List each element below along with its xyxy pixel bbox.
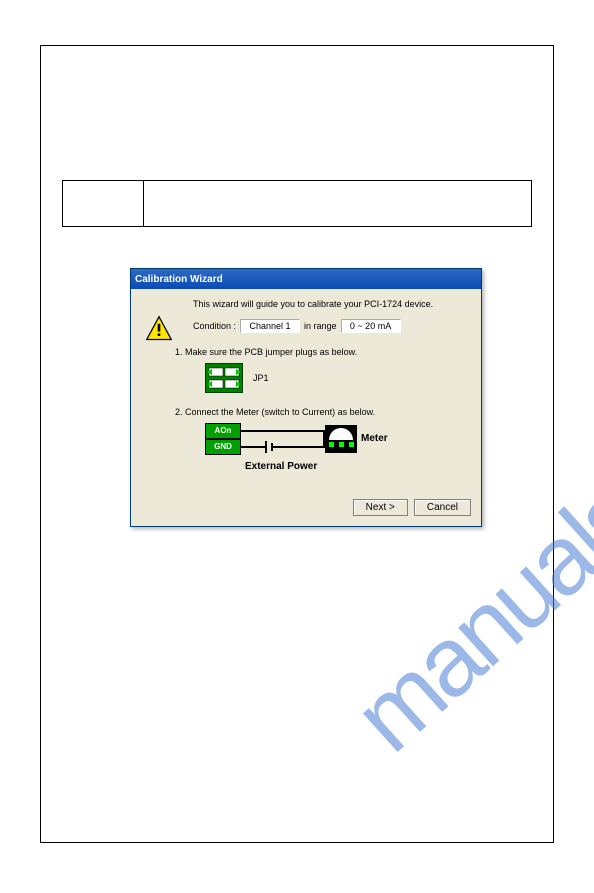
jumper-diagram (205, 363, 243, 393)
battery-plate (265, 441, 267, 453)
terminal-stack: AOn GND (205, 423, 241, 455)
dialog-title: Calibration Wizard (135, 274, 223, 285)
calibration-wizard-dialog: Calibration Wizard This wizard will guid… (130, 268, 482, 527)
wire (241, 430, 325, 432)
external-power-label: External Power (245, 461, 317, 472)
next-button[interactable]: Next > (353, 499, 408, 516)
meter-diagram: AOn GND Meter External Power (205, 423, 405, 479)
intro-text: This wizard will guide you to calibrate … (193, 299, 467, 309)
dialog-titlebar: Calibration Wizard (131, 269, 481, 289)
condition-label: Condition : (193, 321, 236, 331)
meter-label: Meter (361, 433, 388, 444)
button-row: Next > Cancel (131, 495, 481, 526)
note-content-cell (144, 181, 531, 226)
warning-icon (145, 315, 173, 343)
gnd-terminal: GND (205, 439, 241, 455)
meter-icon (325, 425, 357, 453)
range-label: in range (304, 321, 337, 331)
condition-row: Condition : Channel 1 in range 0 ~ 20 mA (193, 319, 467, 333)
step1-text: 1. Make sure the PCB jumper plugs as bel… (175, 347, 467, 357)
jumper-row: JP1 (205, 363, 467, 393)
jp1-label: JP1 (253, 373, 269, 383)
note-label-cell (63, 181, 144, 226)
range-value: 0 ~ 20 mA (341, 319, 401, 333)
wire (241, 446, 265, 448)
condition-value: Channel 1 (240, 319, 300, 333)
cancel-button[interactable]: Cancel (414, 499, 471, 516)
aon-terminal: AOn (205, 423, 241, 439)
note-box (62, 180, 532, 227)
dialog-body: This wizard will guide you to calibrate … (131, 289, 481, 495)
step2-text: 2. Connect the Meter (switch to Current)… (175, 407, 467, 417)
wire (273, 446, 325, 448)
